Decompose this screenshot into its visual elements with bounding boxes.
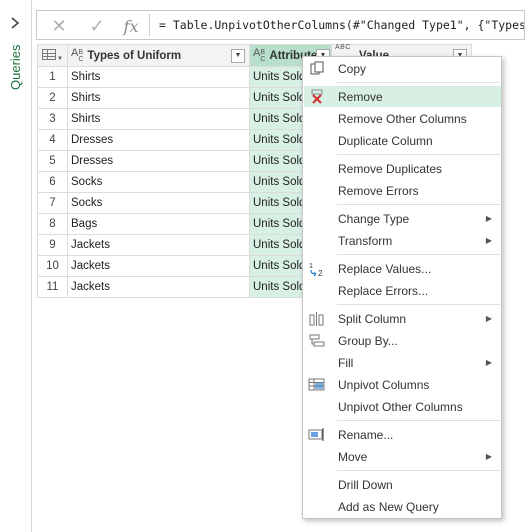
cell-types-of-uniform[interactable]: Dresses (67, 129, 250, 151)
menu-item-move[interactable]: Move ▶ (304, 446, 501, 467)
row-number[interactable]: 2 (37, 87, 68, 109)
cell-types-of-uniform[interactable]: Socks (67, 171, 250, 193)
formula-bar: ✕ ✓ fx = Table.UnpivotOtherColumns(#"Cha… (36, 10, 525, 40)
menu-item-remove-other-columns[interactable]: Remove Other Columns (304, 108, 501, 129)
cell-types-of-uniform[interactable]: Socks (67, 192, 250, 214)
group-by-icon (308, 332, 326, 349)
submenu-arrow-icon: ▶ (485, 314, 492, 323)
menu-separator (337, 304, 500, 305)
submenu-arrow-icon: ▶ (485, 214, 492, 223)
cell-types-of-uniform[interactable]: Jackets (67, 234, 250, 256)
menu-item-remove-errors[interactable]: Remove Errors (304, 180, 501, 201)
copy-icon (308, 60, 326, 77)
rename-icon (308, 426, 326, 443)
row-number[interactable]: 8 (37, 213, 68, 235)
row-number[interactable]: 3 (37, 108, 68, 130)
column-header-label: Types of Uniform (87, 49, 182, 62)
any-type-icon[interactable]: ABC (335, 44, 351, 51)
chevron-right-icon[interactable] (8, 16, 22, 30)
cell-types-of-uniform[interactable]: Shirts (67, 66, 250, 88)
menu-separator (337, 204, 500, 205)
svg-text:2: 2 (318, 269, 323, 277)
column-header-types-of-uniform[interactable]: ABC Types of Uniform ▼ (67, 44, 250, 67)
queries-pane: Queries (0, 0, 32, 532)
menu-item-unpivot-columns[interactable]: Unpivot Columns (304, 374, 501, 395)
menu-separator (337, 470, 500, 471)
cell-types-of-uniform[interactable]: Dresses (67, 150, 250, 172)
queries-pane-label[interactable]: Queries (8, 44, 23, 90)
cell-types-of-uniform[interactable]: Jackets (67, 255, 250, 277)
row-number[interactable]: 10 (37, 255, 68, 277)
menu-item-unpivot-other-columns[interactable]: Unpivot Other Columns (304, 396, 501, 417)
menu-item-remove[interactable]: Remove (304, 86, 501, 107)
row-number[interactable]: 4 (37, 129, 68, 151)
formula-input[interactable]: = Table.UnpivotOtherColumns(#"Changed Ty… (159, 18, 524, 32)
text-type-icon[interactable]: ABC (71, 47, 83, 63)
menu-item-remove-duplicates[interactable]: Remove Duplicates (304, 158, 501, 179)
text-type-icon[interactable]: ABC (253, 47, 265, 63)
replace-values-icon: 12 (308, 260, 326, 277)
insert-function-button[interactable]: fx (121, 16, 141, 36)
row-number[interactable]: 1 (37, 66, 68, 88)
menu-separator (337, 420, 500, 421)
unpivot-columns-icon (308, 376, 326, 393)
table-icon (42, 48, 57, 60)
row-number[interactable]: 9 (37, 234, 68, 256)
column-filter-dropdown-icon[interactable]: ▼ (231, 48, 245, 63)
confirm-formula-button[interactable]: ✓ (87, 16, 107, 36)
menu-item-add-as-new-query[interactable]: Add as New Query (304, 496, 501, 517)
formula-bar-divider (149, 14, 150, 36)
menu-item-duplicate-column[interactable]: Duplicate Column (304, 130, 501, 151)
caret-down-icon: ▼ (57, 55, 63, 62)
cell-types-of-uniform[interactable]: Bags (67, 213, 250, 235)
menu-item-transform[interactable]: Transform ▶ (304, 230, 501, 251)
submenu-arrow-icon: ▶ (485, 358, 492, 367)
remove-icon (308, 88, 326, 105)
cell-types-of-uniform[interactable]: Shirts (67, 108, 250, 130)
submenu-arrow-icon: ▶ (485, 236, 492, 245)
menu-item-fill[interactable]: Fill ▶ (304, 352, 501, 373)
row-number[interactable]: 6 (37, 171, 68, 193)
menu-item-drill-down[interactable]: Drill Down (304, 474, 501, 495)
menu-item-change-type[interactable]: Change Type ▶ (304, 208, 501, 229)
submenu-arrow-icon: ▶ (485, 452, 492, 461)
menu-item-copy[interactable]: Copy (304, 58, 501, 79)
menu-item-rename[interactable]: Rename... (304, 424, 501, 445)
menu-separator (337, 82, 500, 83)
row-number[interactable]: 7 (37, 192, 68, 214)
menu-item-group-by[interactable]: Group By... (304, 330, 501, 351)
menu-item-split-column[interactable]: Split Column ▶ (304, 308, 501, 329)
column-context-menu: Copy Remove Remove Other Columns Duplica… (302, 56, 502, 519)
menu-separator (337, 154, 500, 155)
cell-types-of-uniform[interactable]: Jackets (67, 276, 250, 298)
cancel-formula-button[interactable]: ✕ (49, 16, 69, 36)
cell-types-of-uniform[interactable]: Shirts (67, 87, 250, 109)
row-number[interactable]: 5 (37, 150, 68, 172)
split-column-icon (308, 310, 326, 327)
table-menu-button[interactable]: ▼ (37, 44, 68, 67)
menu-item-replace-errors[interactable]: Replace Errors... (304, 280, 501, 301)
row-number[interactable]: 11 (37, 276, 68, 298)
menu-separator (337, 254, 500, 255)
menu-item-replace-values[interactable]: 12 Replace Values... (304, 258, 501, 279)
svg-text:1: 1 (309, 263, 313, 270)
